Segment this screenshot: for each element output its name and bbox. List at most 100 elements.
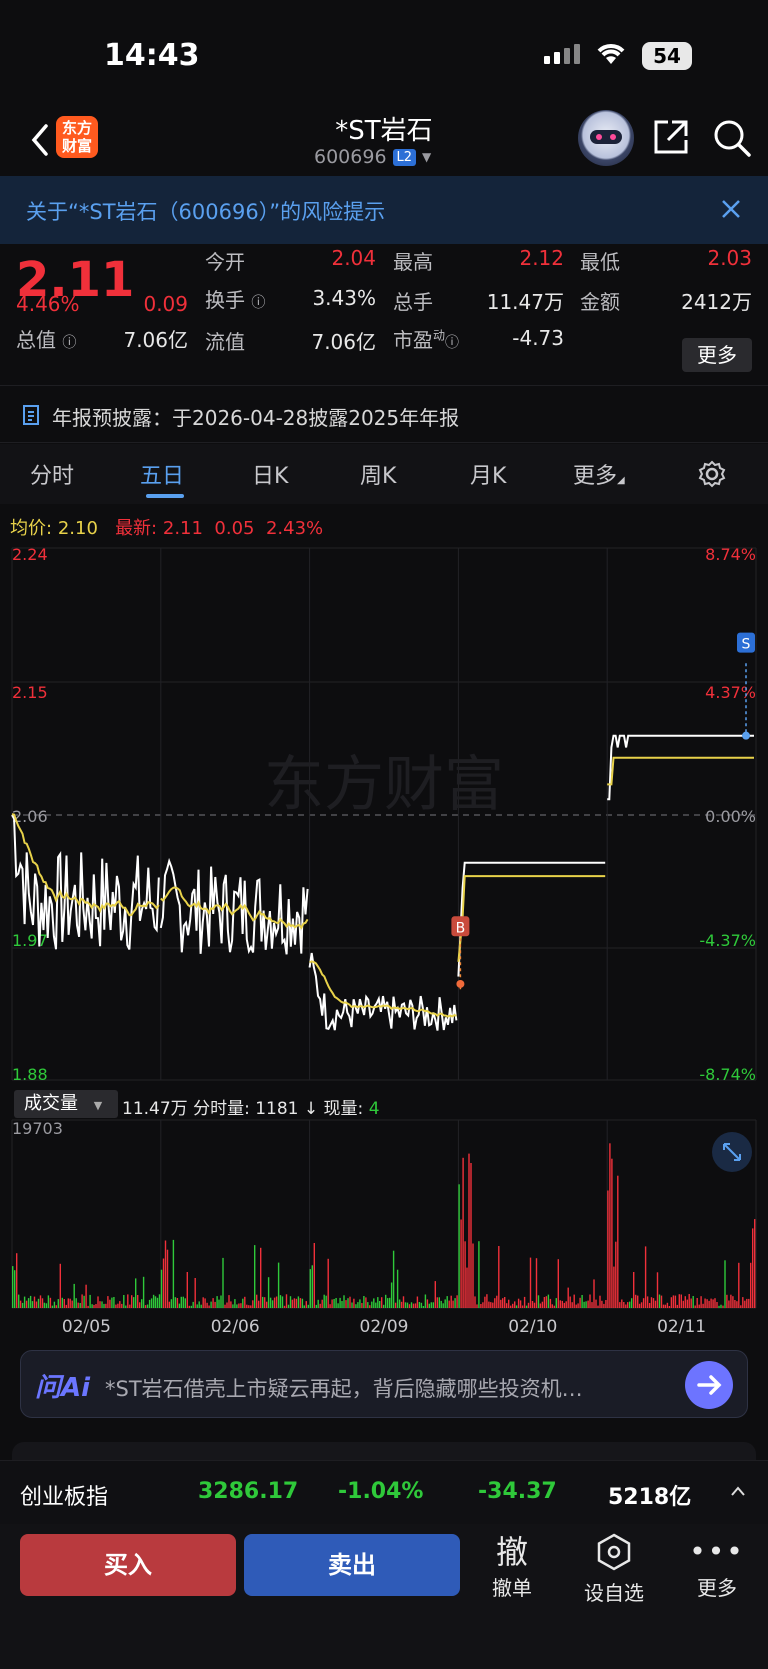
volume-bar <box>33 1296 36 1308</box>
volume-bar <box>553 1305 555 1308</box>
turnover-value: 3.43% <box>312 286 376 310</box>
more-button[interactable]: ••• 更多 <box>682 1532 752 1601</box>
sell-button[interactable]: 卖出 <box>244 1534 460 1596</box>
volume-bar <box>315 1304 317 1308</box>
volume-bar <box>232 1304 234 1308</box>
volume-bar <box>327 1258 329 1308</box>
volume-bar <box>660 1295 663 1308</box>
notice-text: 年报预披露：于2026-04-28披露2025年年报 <box>52 406 460 430</box>
tab-intraday[interactable]: 分时 <box>30 458 74 490</box>
volume-bar <box>178 1303 181 1308</box>
arrow-right-icon[interactable] <box>685 1361 733 1409</box>
volume-bar <box>740 1305 742 1308</box>
volume-bar <box>267 1277 270 1308</box>
volume-bar <box>142 1276 145 1308</box>
more-quote-button[interactable]: 更多 <box>682 338 752 372</box>
volume-bar <box>498 1246 500 1308</box>
tab-weekly-k[interactable]: 周K <box>360 458 396 490</box>
date-tick-label: 02/10 <box>508 1317 557 1337</box>
volume-bar <box>466 1267 468 1308</box>
volume-bar <box>605 1300 607 1308</box>
volume-bar <box>242 1298 244 1308</box>
buy-marker-point <box>456 979 465 988</box>
percent-tick-label: 8.74% <box>705 545 756 564</box>
volume-bar <box>555 1298 557 1308</box>
volume-bar <box>708 1300 710 1308</box>
volume-bar <box>430 1302 432 1308</box>
volume-bar <box>279 1295 282 1308</box>
ai-question-bar[interactable]: 问Ai *ST岩石借壳上市疑云再起，背后隐藏哪些投资机… <box>20 1350 748 1418</box>
wifi-icon <box>597 44 625 64</box>
tab-monthly-k[interactable]: 月K <box>470 458 506 490</box>
volume-bar <box>492 1302 494 1308</box>
volume-bar <box>422 1306 425 1308</box>
volume-bar <box>424 1294 427 1308</box>
volume-bar <box>748 1298 750 1308</box>
volume-bar <box>724 1260 726 1308</box>
volume-bar <box>478 1241 480 1308</box>
volume-bar <box>587 1300 589 1308</box>
volume-bar <box>547 1294 550 1308</box>
volume-bar <box>273 1297 276 1308</box>
panel-peek <box>12 1442 756 1462</box>
search-icon[interactable] <box>712 118 752 158</box>
volume-bar <box>591 1302 593 1308</box>
robot-assistant-icon[interactable] <box>578 110 634 166</box>
tab-five-day[interactable]: 五日 <box>140 458 184 490</box>
volume-bar <box>702 1303 704 1308</box>
price-tick-label: 2.24 <box>12 545 48 564</box>
stock-code-selector[interactable]: 600696 L2 ▼ <box>314 146 431 168</box>
risk-notice-text: 关于“*ST岩石（600696）”的风险提示 <box>26 200 386 224</box>
volume-bar <box>113 1297 115 1308</box>
volume-bar <box>192 1301 194 1308</box>
volume-bar <box>410 1302 413 1308</box>
volume-bar <box>412 1303 415 1308</box>
turnover-label[interactable]: 换手 ⓘ <box>205 284 265 313</box>
volume-bar <box>164 1240 167 1308</box>
open-label: 今开 <box>205 250 245 274</box>
tab-more[interactable]: 更多◢ <box>573 458 625 490</box>
add-watchlist-button[interactable]: 设自选 <box>578 1532 650 1606</box>
high-value: 2.12 <box>519 246 564 270</box>
gear-icon[interactable] <box>698 460 726 488</box>
pe-label[interactable]: 市盈动ⓘ <box>393 324 459 353</box>
volume-bar <box>353 1298 355 1308</box>
volume-bar <box>621 1299 623 1308</box>
volume-bar <box>458 1184 460 1308</box>
cancel-order-button[interactable]: 撤 撤单 <box>480 1532 544 1601</box>
indicator-selector[interactable]: 成交量 ▼ <box>14 1090 118 1118</box>
volume-bar <box>563 1302 565 1308</box>
annual-report-notice[interactable]: 年报预披露：于2026-04-28披露2025年年报 <box>0 385 768 443</box>
percent-tick-label: -8.74% <box>699 1065 756 1084</box>
volume-bar <box>698 1304 700 1308</box>
close-icon[interactable] <box>720 198 742 220</box>
five-day-chart[interactable]: 2.242.152.061.971.888.74%4.37%0.00%-4.37… <box>0 540 768 1340</box>
volume-bar <box>323 1294 325 1308</box>
volume-bar <box>123 1295 125 1308</box>
risk-notice-bar[interactable]: 关于“*ST岩石（600696）”的风险提示 <box>0 176 768 244</box>
volume-bar <box>734 1300 736 1308</box>
share-icon[interactable] <box>652 118 690 156</box>
buy-button[interactable]: 买入 <box>20 1534 236 1596</box>
volume-bar <box>684 1296 686 1308</box>
volume-bar <box>186 1272 188 1308</box>
volume-bar <box>226 1302 228 1308</box>
volume-bar <box>244 1296 246 1308</box>
chevron-up-icon[interactable] <box>730 1485 746 1497</box>
volume-bar <box>510 1305 512 1308</box>
volume-bar <box>321 1299 323 1308</box>
volume-bar <box>371 1301 373 1308</box>
volume-bar <box>470 1163 472 1308</box>
date-tick-label: 02/11 <box>657 1317 706 1337</box>
index-ticker[interactable]: 创业板指 3286.17 -1.04% -34.37 5218亿 <box>0 1460 768 1524</box>
market-cap-label[interactable]: 总值 ⓘ <box>16 324 76 353</box>
expand-icon[interactable] <box>712 1132 752 1172</box>
volume-bar <box>166 1249 169 1308</box>
volume-bar <box>258 1300 260 1308</box>
volume-bar <box>668 1306 671 1308</box>
volume-bar <box>629 1301 631 1308</box>
volume-bar <box>93 1304 95 1308</box>
volume-bar <box>283 1305 286 1308</box>
tab-daily-k[interactable]: 日K <box>252 458 288 490</box>
volume-bar <box>732 1296 734 1308</box>
